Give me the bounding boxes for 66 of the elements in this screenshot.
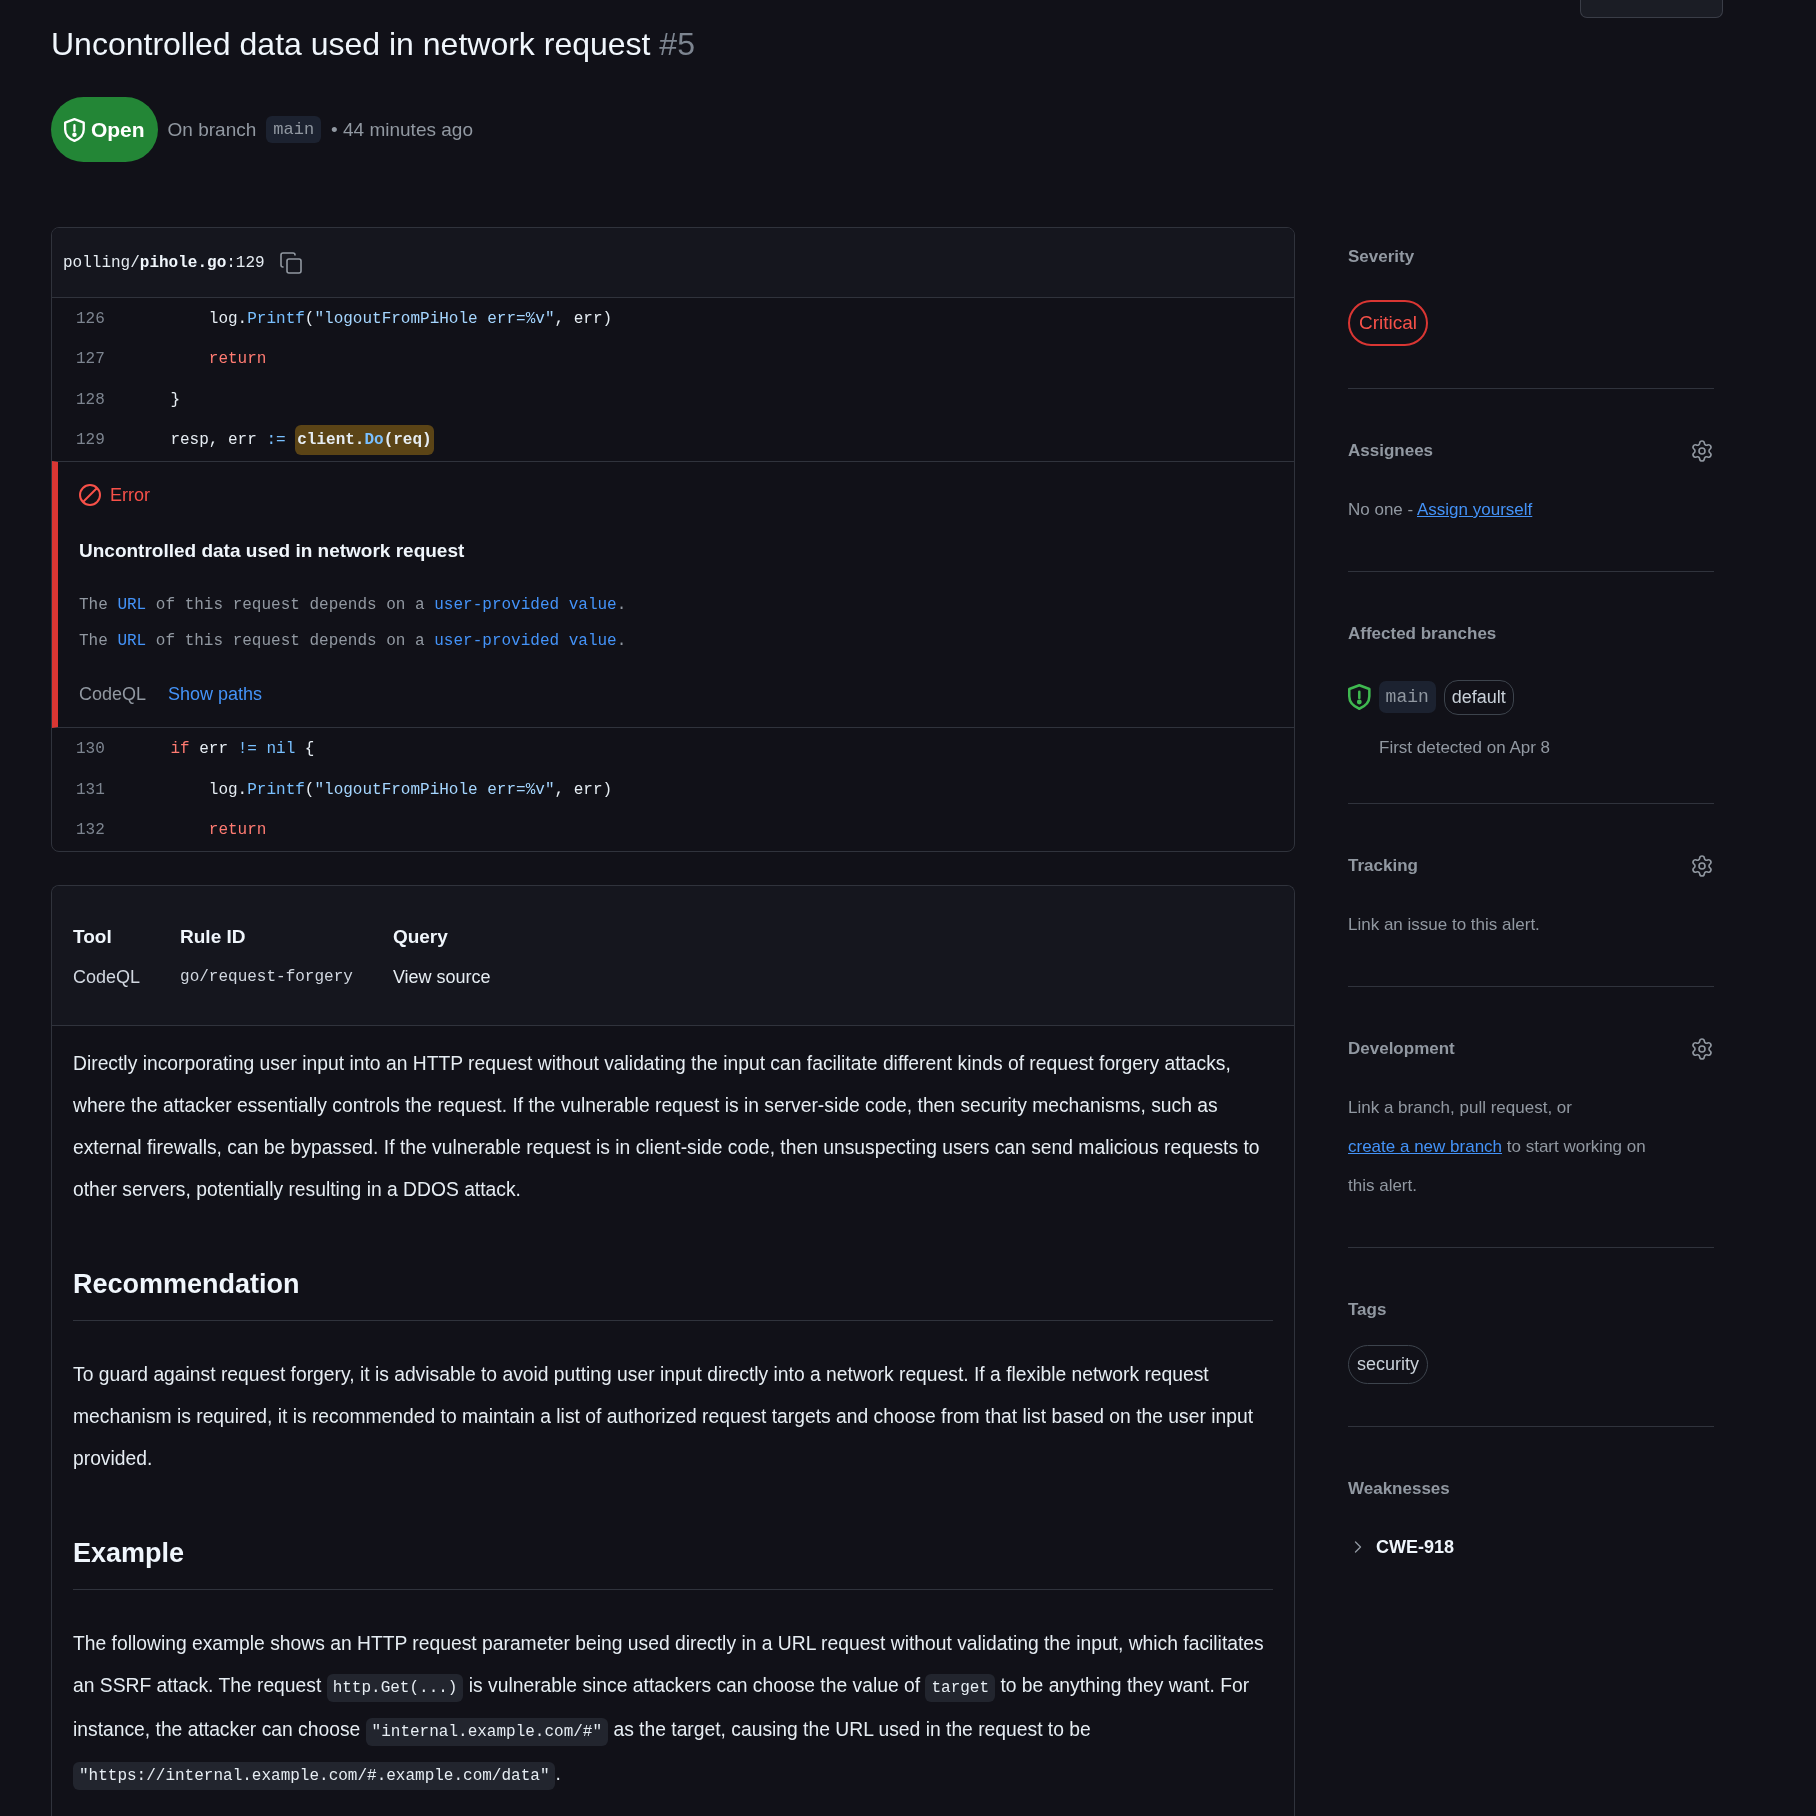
highlighted-code: client.Do(req)	[295, 425, 434, 456]
message-link[interactable]: user-provided value	[434, 632, 617, 651]
code-text: }	[170, 390, 180, 409]
show-paths-button[interactable]: Show paths	[168, 683, 263, 705]
file-path: polling/pihole.go:129	[63, 253, 265, 272]
line-number: 128	[75, 390, 106, 409]
code-value: go/request-forgery	[180, 967, 353, 989]
weakness-toggle[interactable]: CWE-918	[1348, 1532, 1455, 1562]
settings-icon[interactable]	[1690, 854, 1714, 878]
field-label: Query	[392, 925, 449, 950]
branch-name: main	[1378, 681, 1436, 713]
code-text: log.Printf("logoutFromPiHole err=%v", err)	[208, 780, 613, 799]
line-number: 127	[75, 350, 106, 369]
code-text: return	[208, 350, 267, 369]
default-label: default	[1443, 679, 1514, 715]
sidebar-link[interactable]: Assign yourself	[1417, 500, 1533, 519]
field-link[interactable]: View source	[392, 964, 491, 991]
sidebar-text: Link a branch, pull request, or create a new branch to start working on this alert.	[1348, 1097, 1647, 1197]
section-title: Development	[1348, 1039, 1455, 1059]
shield-exclamation-icon	[64, 117, 85, 142]
sidebar-text: No one - Assign yourself	[1348, 499, 1534, 521]
severity-label: Critical	[1348, 300, 1429, 346]
section-heading: Example	[73, 1533, 1273, 1591]
sidebar-link[interactable]: create a new branch	[1348, 1137, 1503, 1156]
body-paragraph: To guard against request forgery, it is advisable to avoid putting user input directly into a network request. If a flexible network request mechanism is required, it is recommended to maintain a list of authorized request targets and choose from that list based on the user input provided.	[73, 1363, 1254, 1472]
code-text: return	[208, 820, 267, 839]
shield-exclamation-icon	[1348, 684, 1371, 710]
tool-name: CodeQL	[79, 683, 147, 705]
settings-icon[interactable]	[1690, 1037, 1714, 1061]
detected-date: First detected on Apr 8	[1379, 737, 1551, 759]
message-link[interactable]: URL	[117, 596, 147, 615]
line-number: 132	[75, 820, 106, 839]
line-number: 126	[75, 310, 106, 329]
alert-label: Error	[110, 484, 150, 506]
sidebar-text: Link an issue to this alert.	[1348, 914, 1541, 936]
branch-prefix: On branch	[167, 118, 257, 141]
line-number: 130	[75, 740, 106, 759]
settings-icon[interactable]	[1690, 439, 1714, 463]
branch-name: main	[266, 116, 322, 143]
code-text: resp, err :=	[170, 431, 286, 450]
code-text: if err != nil {	[170, 740, 315, 759]
section-title: Severity	[1348, 247, 1415, 267]
alert-message: The URL of this request depends on a user-provided value.	[79, 595, 628, 617]
field-value: CodeQL	[73, 966, 141, 990]
body-paragraph: Directly incorporating user input into an HTTP request without validating the input can facilitate different kinds of request forgery attacks, where the attacker essentially controls the request. If the vulnerable request is in server-side code, then security mechanisms, such as external firewalls, can be bypassed. If the vulnerable request is in client-side code, then unsuspecting users can send malicious requests to other servers, potentially resulting in a DDOS attack.	[73, 1052, 1261, 1203]
section-title: Tracking	[1348, 856, 1418, 876]
alert-title: Uncontrolled data used in network request	[79, 539, 466, 564]
code-text: log.Printf("logoutFromPiHole err=%v", err)	[208, 310, 613, 329]
section-title: Tags	[1348, 1300, 1387, 1320]
body-paragraph: The following example shows an HTTP request parameter being used directly in a URL request without validating the input, which facilitates an SSRF attack. The request http.Get(...) is vulnerable since attackers can choose the value of target to be anything they want. For instance, the attacker can choose "internal.example.com/#" as the target, causing the URL used in the request to be "https://internal.example.com/#.example.com/data" .	[73, 1623, 1273, 1798]
copy-icon[interactable]	[278, 250, 303, 275]
circle-slash-icon	[79, 484, 101, 507]
section-title: Affected branches	[1348, 624, 1497, 644]
field-label: Rule ID	[180, 925, 247, 950]
alert-heading: Uncontrolled data used in network request #5	[51, 25, 695, 64]
section-title: Weaknesses	[1348, 1479, 1450, 1499]
alert-message: The URL of this request depends on a user-provided value.	[79, 631, 628, 653]
message-link[interactable]: URL	[117, 632, 147, 651]
field-label: Tool	[73, 925, 113, 950]
status-label: Open	[90, 117, 145, 142]
alert-age: • 44 minutes ago	[331, 118, 473, 141]
section-heading: Recommendation	[73, 1264, 1273, 1322]
line-number: 131	[75, 780, 106, 799]
section-title: Assignees	[1348, 441, 1434, 461]
line-number: 129	[75, 431, 106, 450]
message-link[interactable]: user-provided value	[434, 596, 617, 615]
